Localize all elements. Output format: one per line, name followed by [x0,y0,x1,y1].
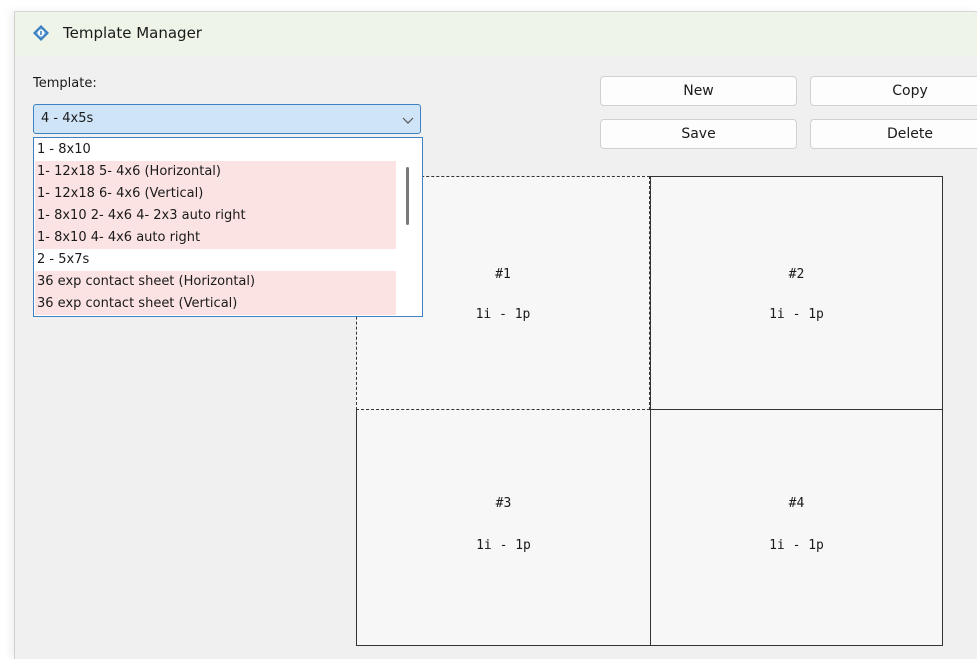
title-bar: Template Manager [15,12,977,56]
template-select[interactable]: 4 - 4x5s [33,104,421,134]
cell-number: #3 [495,496,512,511]
list-item[interactable]: 1- 12x18 6- 4x6 (Vertical) [35,183,396,205]
cell-info: 1i - 1p [769,307,824,322]
cell-info: 1i - 1p [769,538,824,553]
list-item[interactable]: 1 - 8x10 [35,139,396,161]
template-manager-app-icon [33,25,49,41]
layout-cell-4[interactable]: #4 1i - 1p [650,410,943,646]
template-dropdown-list[interactable]: 1 - 8x10 1- 12x18 5- 4x6 (Horizontal) 1-… [33,137,423,317]
template-selected-value: 4 - 4x5s [41,111,94,126]
list-item[interactable]: 2 - 5x7s [35,249,396,271]
cell-number: #2 [788,267,805,282]
template-label: Template: [33,76,97,91]
list-item[interactable]: 1- 8x10 2- 4x6 4- 2x3 auto right [35,205,396,227]
list-item[interactable]: 36 exp contact sheet (Vertical) [35,293,396,315]
list-item[interactable]: 1- 8x10 4- 4x6 auto right [35,227,396,249]
chevron-down-icon [402,117,414,124]
window-title: Template Manager [63,24,202,42]
cell-info: 1i - 1p [476,538,531,553]
delete-button[interactable]: Delete [810,119,977,149]
layout-cell-2[interactable]: #2 1i - 1p [650,176,943,410]
scrollbar-thumb[interactable] [406,167,409,225]
save-button[interactable]: Save [600,119,797,149]
dropdown-scrollbar[interactable] [396,138,422,316]
cell-number: #4 [788,496,805,511]
template-manager-window: Template Manager Template: 4 - 4x5s New … [14,11,977,659]
layout-cell-3[interactable]: #3 1i - 1p [356,410,651,646]
copy-button[interactable]: Copy [810,76,977,106]
list-item[interactable]: 1- 12x18 5- 4x6 (Horizontal) [35,161,396,183]
list-item[interactable]: 36 exp contact sheet (Horizontal) [35,271,396,293]
new-button[interactable]: New [600,76,797,106]
